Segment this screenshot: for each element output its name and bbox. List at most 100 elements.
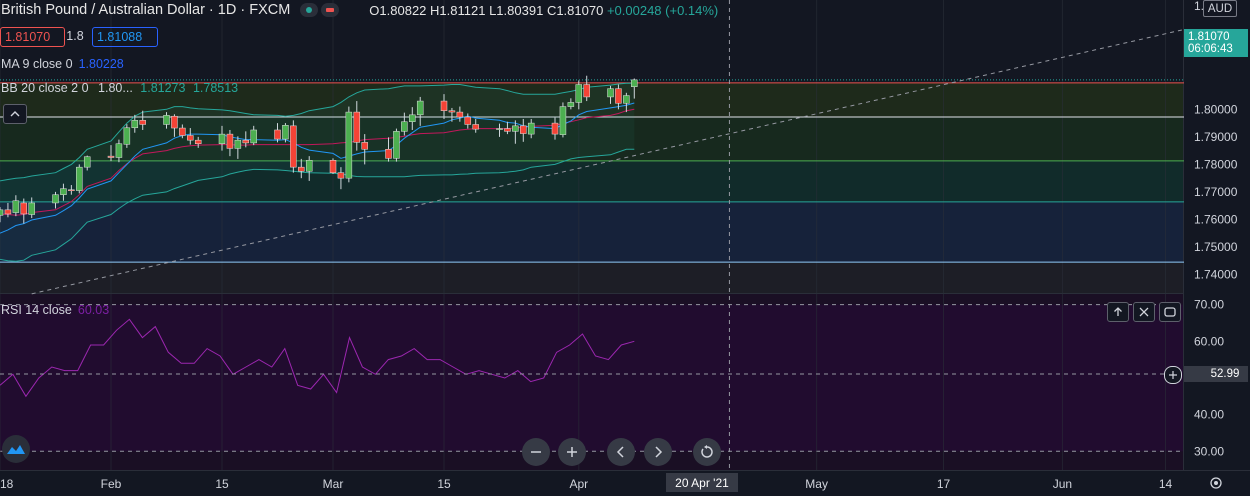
candle-body	[83, 156, 91, 168]
candle-body	[520, 125, 527, 134]
add-alert-button[interactable]	[1164, 366, 1182, 384]
chevron-up-icon	[10, 111, 20, 117]
candle-body	[194, 139, 202, 144]
close-pane-button[interactable]	[1133, 302, 1155, 322]
high-value: H1.81121	[430, 2, 486, 18]
candle-body	[242, 139, 250, 144]
maximize-pane-button[interactable]	[1159, 302, 1181, 322]
candle-body	[218, 133, 226, 144]
scroll-left-icon	[616, 446, 624, 458]
bb-label: BB 20 close 2 0	[1, 81, 89, 95]
level-zone	[0, 262, 1183, 294]
candle-body	[274, 129, 281, 140]
rsi-value: 60.03	[77, 303, 110, 317]
zoom-in-icon	[567, 447, 577, 457]
time-tick-label: Apr	[569, 477, 588, 491]
price-tick-label: 1.74000	[1194, 268, 1238, 282]
candle-body	[631, 79, 638, 87]
candle-body	[250, 129, 257, 144]
candle-body	[575, 84, 583, 103]
candle-body	[28, 202, 35, 215]
candle-body	[416, 100, 424, 116]
time-tick-label: Mar	[323, 477, 344, 491]
chart-canvas[interactable]: 1.74000 1.75000 1.76000 1.77000 1.78000 1.790…	[0, 0, 1250, 492]
currency-label[interactable]: AUD	[1203, 0, 1237, 17]
candle-body	[464, 116, 472, 125]
crosshair-date-tag: 20 Apr '21	[666, 473, 738, 492]
scroll-left-button[interactable]	[607, 438, 635, 466]
ohlc-values: O1.80822 H1.81121 L1.80391 C1.81070 +0.0…	[369, 3, 718, 18]
symbol-header: British Pound / Australian Dollar · 1D ·…	[0, 0, 718, 20]
zoom-in-button[interactable]	[558, 438, 586, 466]
candle-body	[615, 88, 622, 104]
candle-body	[123, 127, 131, 145]
market-status-icon[interactable]	[321, 3, 340, 17]
close-icon	[1139, 307, 1149, 317]
rsi-tick-label: 30.00	[1194, 444, 1224, 458]
candle-body	[472, 124, 479, 130]
candle-body	[401, 121, 408, 132]
candle-body	[163, 115, 170, 125]
candle-body	[623, 95, 630, 104]
bb-legend[interactable]: BB 20 close 2 0 1.80... 1.81273 1.78513	[1, 81, 238, 95]
rsi-label: RSI 14 close	[1, 303, 72, 317]
candle-body	[290, 125, 297, 168]
candle-body	[115, 143, 123, 158]
rsi-legend[interactable]: RSI 14 close 60.03	[1, 303, 109, 317]
candle	[329, 158, 337, 175]
tradingview-logo[interactable]	[2, 435, 30, 463]
rsi-band-fill	[0, 304, 1183, 452]
candle-body	[496, 128, 503, 130]
candle-body	[527, 122, 535, 135]
rsi-tick-label: 40.00	[1194, 408, 1224, 422]
move-pane-up-button[interactable]	[1107, 302, 1129, 322]
reset-chart-button[interactable]	[693, 438, 721, 466]
candle-body	[107, 155, 115, 158]
open-value: O1.80822	[369, 2, 427, 18]
candle-body	[12, 200, 20, 213]
candle-body	[52, 194, 59, 204]
symbol-title[interactable]: British Pound / Australian Dollar · 1D ·…	[1, 2, 290, 18]
zoom-out-button[interactable]	[522, 438, 550, 466]
candle-body	[448, 110, 456, 113]
candle-body	[607, 88, 614, 98]
candle	[123, 124, 131, 148]
eye-icon[interactable]	[300, 3, 319, 17]
candle-body	[385, 149, 392, 159]
sell-button[interactable]: 1.81070	[0, 27, 65, 47]
status-pills[interactable]	[300, 3, 340, 17]
candle-body	[179, 127, 186, 136]
rsi-crosshair-value: 52.99	[1210, 368, 1240, 380]
bb-lower-value: 1.78513	[192, 81, 239, 95]
candle-body	[361, 142, 368, 150]
candle-body	[567, 102, 575, 107]
candle-body	[583, 84, 590, 98]
candle-body	[131, 120, 139, 129]
last-price-tag: 1.81070 06:06:43	[1184, 29, 1248, 57]
settings-button[interactable]	[1208, 475, 1226, 491]
reset-icon	[701, 445, 713, 458]
candle-body	[0, 209, 4, 216]
change-value: +0.00248 (+0.14%)	[606, 2, 719, 18]
candle-body	[171, 115, 178, 129]
buy-button[interactable]: 1.81088	[92, 27, 158, 47]
plus-circle-icon	[1169, 371, 1177, 379]
candle-body	[187, 135, 194, 141]
price-tick-label: 1.79000	[1194, 130, 1238, 144]
ma-label: MA 9 close 0	[1, 57, 73, 71]
candle-body	[76, 166, 83, 191]
collapse-legend-button[interactable]	[3, 104, 27, 124]
bb-basis-value: 1.80...	[98, 81, 133, 95]
scroll-right-button[interactable]	[644, 438, 672, 466]
bb-upper-value: 1.81273	[140, 81, 186, 95]
candle-body	[68, 189, 75, 191]
candle-body	[60, 188, 67, 195]
time-tick-label: 17	[937, 477, 951, 491]
candle-body	[393, 131, 400, 159]
rsi-tick-label: 70.00	[1194, 298, 1224, 312]
candle-body	[226, 133, 234, 149]
candle-body	[440, 100, 448, 111]
time-tick-label: Jun	[1053, 477, 1072, 491]
ma-legend[interactable]: MA 9 close 0 1.80228	[1, 57, 124, 71]
logo-icon	[7, 445, 25, 454]
